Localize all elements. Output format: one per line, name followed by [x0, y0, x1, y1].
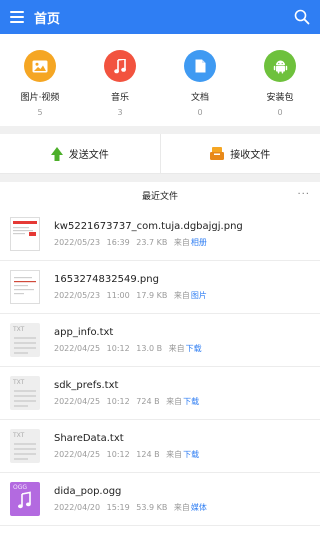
- file-source-link[interactable]: 下载: [183, 397, 199, 406]
- file-row[interactable]: kw5221673737_com.tuja.dgbajgj.png 2022/0…: [0, 208, 320, 261]
- file-time: 10:12: [106, 343, 130, 353]
- receive-files-label: 接收文件: [230, 150, 271, 161]
- inbox-tray-icon: [210, 147, 225, 160]
- file-source-link[interactable]: 下载: [183, 450, 199, 459]
- image-icon: [24, 50, 56, 82]
- image-thumbnail-icon: [10, 270, 40, 304]
- app-screen: 首页 图片·视频 5 音乐 3 文档 0 安装包 0 发送文件 接收文件 最近文…: [0, 0, 320, 542]
- file-meta: 2022/05/23 11:00 17.9 KB 来自图片: [54, 290, 310, 301]
- android-icon: [264, 50, 296, 82]
- category-label: 文档: [190, 93, 209, 103]
- category-apk[interactable]: 安装包 0: [248, 50, 312, 117]
- category-count: 5: [37, 108, 43, 117]
- text-file-icon: TXT: [10, 323, 40, 357]
- file-row[interactable]: 1653274832549.png 2022/05/23 11:00 17.9 …: [0, 261, 320, 314]
- file-date: 2022/04/25: [54, 343, 101, 353]
- transfer-actions: 发送文件 接收文件: [0, 134, 320, 174]
- file-name: sdk_prefs.txt: [54, 379, 119, 391]
- divider: [0, 174, 320, 182]
- file-size: 23.7 KB: [136, 237, 168, 247]
- category-count: 0: [197, 108, 203, 117]
- category-label: 音乐: [110, 93, 129, 103]
- category-music[interactable]: 音乐 3: [88, 50, 152, 117]
- category-label: 安装包: [266, 93, 294, 103]
- file-meta: 2022/04/25 10:12 124 B 来自下载: [54, 449, 310, 460]
- file-source-link[interactable]: 媒体: [191, 503, 207, 512]
- file-from: 来自: [166, 396, 183, 406]
- file-time: 10:12: [106, 449, 130, 459]
- file-from: 来自: [173, 502, 190, 512]
- file-name: 1653274832549.png: [54, 273, 159, 285]
- audio-file-icon: OGG: [10, 482, 40, 516]
- file-date: 2022/04/20: [54, 502, 101, 512]
- text-file-icon: TXT: [10, 429, 40, 463]
- file-type-label: TXT: [13, 379, 25, 386]
- menu-icon[interactable]: [10, 11, 24, 23]
- category-documents[interactable]: 文档 0: [168, 50, 232, 117]
- file-row[interactable]: OGG dida_pop.ogg 2022/04/20 15:19 53.9 K…: [0, 473, 320, 526]
- file-from: 来自: [173, 237, 190, 247]
- file-time: 15:19: [106, 502, 130, 512]
- file-from: 来自: [173, 290, 190, 300]
- document-icon: [184, 50, 216, 82]
- category-images-videos[interactable]: 图片·视频 5: [8, 50, 72, 117]
- file-time: 10:12: [106, 396, 130, 406]
- file-size: 13.0 B: [136, 343, 163, 353]
- text-file-icon: TXT: [10, 376, 40, 410]
- file-source-link[interactable]: 下载: [186, 344, 202, 353]
- category-grid: 图片·视频 5 音乐 3 文档 0 安装包 0: [0, 34, 320, 126]
- recent-files-title: 最近文件: [141, 191, 178, 202]
- file-row[interactable]: TXT sdk_prefs.txt 2022/04/25 10:12 724 B…: [0, 367, 320, 420]
- file-size: 724 B: [136, 396, 160, 406]
- music-note-icon: [104, 50, 136, 82]
- file-date: 2022/05/23: [54, 290, 101, 300]
- file-meta: 2022/04/25 10:12 724 B 来自下载: [54, 396, 310, 407]
- top-bar: 首页: [0, 0, 320, 34]
- file-from: 来自: [168, 343, 185, 353]
- file-date: 2022/05/23: [54, 237, 101, 247]
- category-label: 图片·视频: [20, 93, 60, 103]
- category-count: 3: [117, 108, 123, 117]
- file-name: dida_pop.ogg: [54, 485, 122, 497]
- file-size: 124 B: [136, 449, 160, 459]
- send-arrow-icon: [50, 146, 63, 161]
- category-count: 0: [277, 108, 283, 117]
- more-options-icon[interactable]: ···: [297, 189, 310, 200]
- receive-files-button[interactable]: 接收文件: [159, 134, 320, 173]
- file-row[interactable]: TXT ShareData.txt 2022/04/25 10:12 124 B…: [0, 420, 320, 473]
- page-title: 首页: [34, 11, 61, 27]
- file-meta: 2022/04/25 10:12 13.0 B 来自下载: [54, 343, 310, 354]
- recent-files-header: 最近文件 ···: [0, 182, 320, 208]
- divider: [0, 126, 320, 134]
- file-date: 2022/04/25: [54, 449, 101, 459]
- send-files-button[interactable]: 发送文件: [0, 134, 160, 173]
- file-source-link[interactable]: 相册: [191, 238, 207, 247]
- file-date: 2022/04/25: [54, 396, 101, 406]
- file-name: app_info.txt: [54, 326, 114, 338]
- search-icon[interactable]: [294, 9, 310, 25]
- file-type-label: TXT: [13, 326, 25, 333]
- file-name: kw5221673737_com.tuja.dgbajgj.png: [54, 220, 243, 232]
- file-time: 16:39: [106, 237, 130, 247]
- send-files-label: 发送文件: [68, 150, 109, 161]
- file-row[interactable]: TXT app_info.txt 2022/04/25 10:12 13.0 B…: [0, 314, 320, 367]
- file-source-link[interactable]: 图片: [191, 291, 207, 300]
- file-meta: 2022/04/20 15:19 53.9 KB 来自媒体: [54, 502, 310, 513]
- file-time: 11:00: [106, 290, 130, 300]
- file-size: 17.9 KB: [136, 290, 168, 300]
- file-from: 来自: [166, 449, 183, 459]
- file-size: 53.9 KB: [136, 502, 168, 512]
- file-name: ShareData.txt: [54, 432, 124, 444]
- file-type-label: TXT: [13, 432, 25, 439]
- recent-file-list: kw5221673737_com.tuja.dgbajgj.png 2022/0…: [0, 208, 320, 526]
- image-thumbnail-icon: [10, 217, 40, 251]
- file-meta: 2022/05/23 16:39 23.7 KB 来自相册: [54, 237, 310, 248]
